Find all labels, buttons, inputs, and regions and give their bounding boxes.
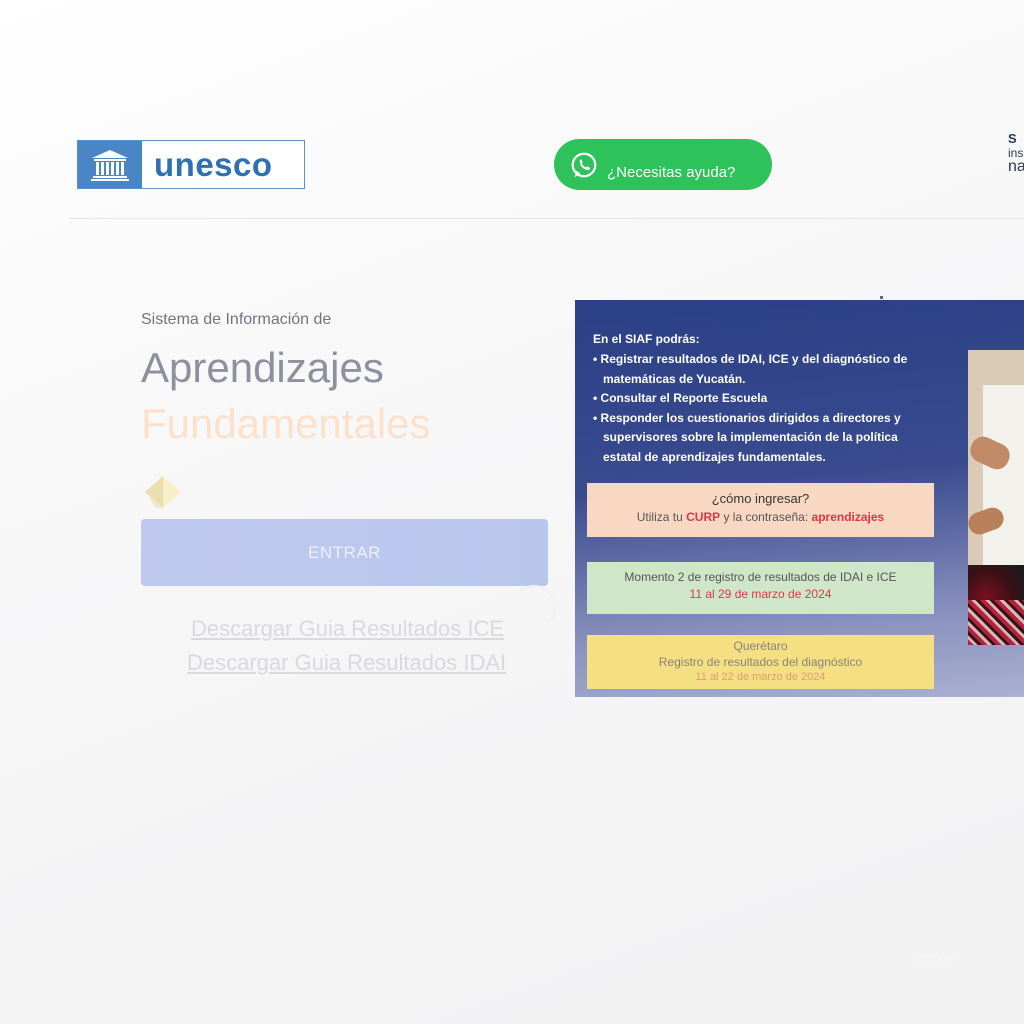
unesco-logo[interactable]: unesco xyxy=(77,140,305,189)
page-title-line-1: Aprendizajes xyxy=(141,344,384,391)
photo-pattern xyxy=(968,600,1024,645)
download-ice-guide-link[interactable]: Descargar Guia Resultados ICE xyxy=(191,616,504,642)
login-middle: y la contraseña: xyxy=(723,510,809,524)
info-banner: En el SIAF podrás: Registrar resultados … xyxy=(575,300,1024,697)
institution-line-3: na xyxy=(1008,158,1024,175)
login-instructions: Utiliza tu CURP y la contraseña: aprendi… xyxy=(587,510,934,524)
login-question: ¿cómo ingresar? xyxy=(711,491,810,506)
banner-feature-list: Registrar resultados de IDAI, ICE y del … xyxy=(593,350,933,467)
page-title-line-2: Fundamentales xyxy=(141,400,431,447)
logo-wordmark: unesco xyxy=(154,145,273,183)
moment-2-box: Momento 2 de registro de resultados de I… xyxy=(587,562,934,614)
banner-feature-item: Responder los cuestionarios dirigidos a … xyxy=(593,409,933,468)
banner-intro: En el SIAF podrás: xyxy=(593,332,700,346)
queretaro-title: Registro de resultados del diagnóstico xyxy=(658,655,863,669)
footer-corner-text: versión xyxy=(912,950,954,965)
moment-2-title: Momento 2 de registro de resultados de I… xyxy=(624,570,897,584)
institution-line-1: S xyxy=(1008,132,1017,146)
system-subtitle: Sistema de Información de xyxy=(141,311,332,328)
banner-corner-mark xyxy=(880,296,883,299)
password-highlight: aprendizajes xyxy=(811,510,885,524)
site-header: unesco ¿Necesitas ayuda? S ins na xyxy=(0,0,1024,220)
login-instructions-box: ¿cómo ingresar? Utiliza tu CURP y la con… xyxy=(587,483,934,537)
institution-logo-text: S ins na xyxy=(1008,132,1024,192)
header-divider xyxy=(68,218,1024,219)
pencil-icon xyxy=(145,476,181,508)
whatsapp-icon xyxy=(571,152,597,177)
queretaro-box: Querétaro Registro de resultados del dia… xyxy=(587,635,934,689)
help-button-label: ¿Necesitas ayuda? xyxy=(607,164,736,181)
download-idai-guide-link[interactable]: Descargar Guia Resultados IDAI xyxy=(187,650,506,676)
queretaro-dates: 11 al 22 de marzo de 2024 xyxy=(695,671,826,683)
curp-highlight: CURP xyxy=(686,510,721,524)
enter-button[interactable]: ENTRAR xyxy=(141,519,548,586)
loading-spinner xyxy=(512,585,556,629)
moment-2-dates: 11 al 29 de marzo de 2024 xyxy=(689,587,832,601)
banner-feature-item: Consultar el Reporte Escuela xyxy=(593,389,933,409)
students-photo xyxy=(968,350,1024,645)
help-whatsapp-button[interactable]: ¿Necesitas ayuda? xyxy=(554,139,772,190)
queretaro-state: Querétaro xyxy=(733,639,788,653)
login-prefix: Utiliza tu xyxy=(636,510,683,524)
banner-feature-item: Registrar resultados de IDAI, ICE y del … xyxy=(593,350,933,389)
temple-icon xyxy=(78,141,142,188)
